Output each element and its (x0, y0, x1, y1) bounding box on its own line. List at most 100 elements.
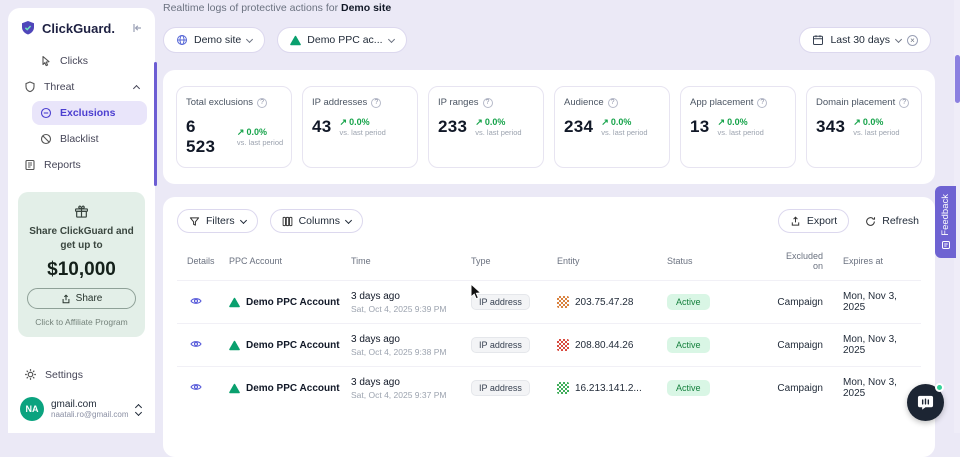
info-icon[interactable] (899, 98, 909, 108)
chevron-updown-icon (136, 403, 143, 415)
eye-icon[interactable] (187, 336, 205, 352)
stat-trend: 0.0% (611, 117, 632, 128)
sidebar-item-blacklist[interactable]: Blacklist (32, 127, 147, 151)
sidebar-scrollbar[interactable] (154, 62, 157, 186)
columns-button[interactable]: Columns (270, 209, 363, 233)
info-icon[interactable] (371, 98, 381, 108)
column-header: Entity (557, 256, 667, 266)
page-scrollbar-thumb[interactable] (955, 55, 960, 103)
type-badge: IP address (471, 337, 530, 353)
feedback-tab-label: Feedback (940, 194, 951, 236)
trend-up-icon (475, 117, 483, 128)
logs-table-panel: Filters Columns Export Refresh Deta (163, 197, 935, 457)
entity-identicon-icon (557, 296, 569, 308)
subtitle-prefix: Realtime logs of protective actions for (163, 2, 341, 14)
stat-card-ip-ranges: IP ranges 233 0.0%vs. last period (428, 86, 544, 168)
user-email: naatali.ro@gmail.com (51, 410, 129, 419)
avatar: NA (20, 397, 44, 421)
info-icon[interactable] (757, 98, 767, 108)
table-toolbar: Filters Columns Export Refresh (177, 209, 921, 233)
site-filter-value: Demo site (194, 34, 241, 46)
trend-up-icon (237, 127, 245, 138)
trend-up-icon (340, 117, 348, 128)
info-icon[interactable] (257, 98, 267, 108)
filters-button-label: Filters (206, 215, 235, 227)
date-range-pill[interactable]: Last 30 days × (799, 27, 931, 53)
column-header: Type (471, 256, 557, 266)
time-relative: 3 days ago (351, 377, 465, 388)
export-button-label: Export (807, 215, 837, 227)
ppc-account-icon (229, 340, 240, 351)
stat-label: Audience (564, 97, 604, 108)
ppc-account-icon (229, 297, 240, 308)
column-header: Expires at (829, 256, 921, 266)
stat-trend: 0.0% (863, 117, 884, 128)
sidebar-item-threat[interactable]: Threat (16, 75, 147, 99)
table-row[interactable]: Demo PPC Account 3 days agoSat, Oct 4, 2… (177, 323, 921, 366)
share-button-label: Share (76, 293, 103, 304)
sidebar-item-reports[interactable]: Reports (16, 153, 147, 177)
info-icon[interactable] (483, 98, 493, 108)
eye-icon[interactable] (187, 379, 205, 395)
chevron-down-icon (895, 35, 902, 42)
share-button[interactable]: Share (27, 288, 136, 309)
column-header: Details (177, 256, 229, 266)
clear-date-icon[interactable]: × (907, 35, 918, 46)
account-filter-pill[interactable]: Demo PPC ac... (277, 27, 406, 53)
sidebar-item-exclusions[interactable]: Exclusions (32, 101, 147, 125)
time-relative: 3 days ago (351, 291, 465, 302)
trend-up-icon (718, 117, 726, 128)
user-menu[interactable]: NA gmail.com naatali.ro@gmail.com (16, 389, 147, 423)
affiliate-link[interactable]: Click to Affiliate Program (27, 317, 136, 327)
stat-compare: vs. last period (601, 128, 647, 137)
stat-label: Total exclusions (186, 97, 253, 108)
feedback-tab[interactable]: Feedback (935, 186, 956, 258)
entity-value: 16.213.141.2... (575, 383, 642, 394)
calendar-icon (812, 34, 824, 46)
trend-up-icon (853, 117, 861, 128)
stat-compare: vs. last period (853, 128, 899, 137)
blacklist-icon (40, 133, 52, 145)
filter-icon (189, 216, 200, 227)
chat-launcher-button[interactable] (907, 384, 944, 421)
stat-card-app-placement: App placement 13 0.0%vs. last period (680, 86, 796, 168)
filter-bar: Demo site Demo PPC ac... Last 30 days × (163, 27, 935, 53)
sidebar-item-clicks[interactable]: Clicks (32, 49, 147, 73)
table-row[interactable]: Demo PPC Account 3 days agoSat, Oct 4, 2… (177, 280, 921, 323)
ppc-account-icon (229, 383, 240, 394)
threat-shield-icon (24, 81, 36, 93)
sidebar-item-label: Threat (44, 81, 126, 93)
eye-icon[interactable] (187, 293, 205, 309)
site-filter-pill[interactable]: Demo site (163, 27, 265, 53)
filters-button[interactable]: Filters (177, 209, 258, 233)
entity-value: 208.80.44.26 (575, 340, 633, 351)
trend-up-icon (601, 117, 609, 128)
gear-icon (24, 368, 37, 381)
subtitle-site-name: Demo site (341, 2, 391, 14)
stat-trend: 0.0% (485, 117, 506, 128)
status-badge: Active (667, 380, 710, 396)
ppc-account-icon (290, 35, 301, 46)
clickguard-logo-icon (20, 20, 36, 36)
sidebar-item-label: Blacklist (60, 133, 139, 145)
promo-text: Share ClickGuard and get up to (27, 225, 136, 252)
chat-icon (917, 394, 934, 411)
collapse-sidebar-icon[interactable] (131, 22, 143, 34)
table-row[interactable]: Demo PPC Account 3 days agoSat, Oct 4, 2… (177, 366, 921, 409)
info-icon[interactable] (608, 98, 618, 108)
sidebar-item-label: Exclusions (60, 107, 139, 119)
stat-label: App placement (690, 97, 753, 108)
online-status-dot (935, 383, 944, 392)
refresh-button[interactable]: Refresh (863, 210, 921, 232)
export-button[interactable]: Export (778, 209, 849, 233)
refresh-button-label: Refresh (882, 215, 919, 227)
stat-value: 43 (312, 117, 332, 137)
share-icon (61, 294, 71, 304)
time-exact: Sat, Oct 4, 2025 9:37 PM (351, 390, 465, 400)
globe-icon (176, 34, 188, 46)
entity-identicon-icon (557, 339, 569, 351)
columns-icon (282, 216, 293, 227)
sidebar-item-settings[interactable]: Settings (16, 360, 147, 389)
sidebar-item-label: Reports (44, 159, 139, 171)
chevron-down-icon (388, 35, 395, 42)
